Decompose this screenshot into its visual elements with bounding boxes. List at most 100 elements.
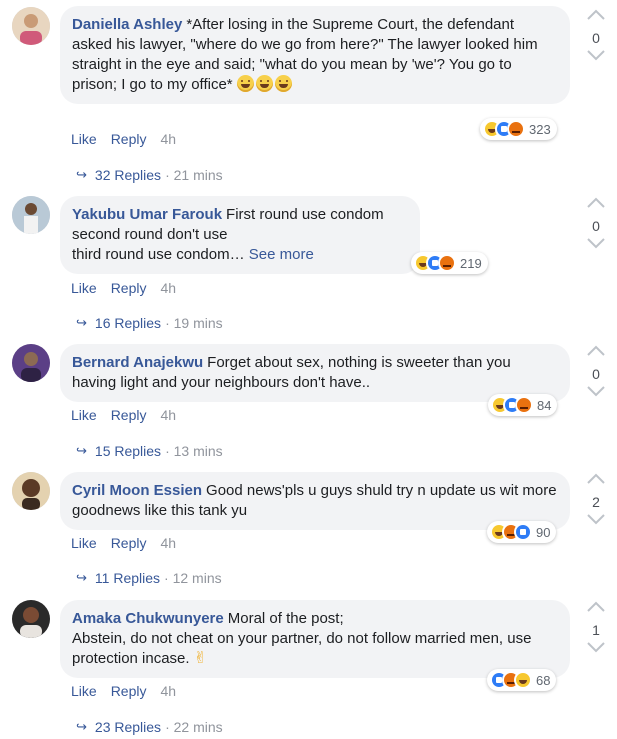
reply-link[interactable]: Reply — [111, 280, 147, 296]
downvote-icon[interactable] — [584, 236, 608, 256]
comment-time[interactable]: 4h — [160, 407, 176, 423]
upvote-icon[interactable] — [584, 344, 608, 364]
replies-count[interactable]: 15 Replies — [95, 443, 161, 459]
like-reaction-icon — [514, 523, 532, 541]
vote-widget: 0 — [584, 344, 608, 404]
vote-count: 0 — [592, 218, 600, 234]
like-link[interactable]: Like — [71, 683, 97, 699]
reaction-count: 323 — [529, 121, 551, 137]
upvote-icon[interactable] — [584, 196, 608, 216]
vote-widget: 2 — [584, 472, 608, 532]
like-link[interactable]: Like — [71, 407, 97, 423]
reply-arrow-icon: ↪ — [76, 167, 87, 182]
upvote-icon[interactable] — [584, 600, 608, 620]
angry-reaction-icon — [515, 396, 533, 414]
vote-count: 0 — [592, 30, 600, 46]
avatar[interactable] — [12, 196, 50, 234]
comment-author[interactable]: Yakubu Umar Farouk — [72, 206, 222, 223]
vote-widget: 0 — [584, 8, 608, 68]
reply-arrow-icon: ↪ — [76, 719, 87, 734]
comment-text-line: Moral of the post; — [227, 610, 344, 627]
like-link[interactable]: Like — [71, 280, 97, 296]
comment-actions: Like Reply 4h — [71, 131, 176, 147]
reply-arrow-icon: ↪ — [76, 570, 87, 585]
reply-link[interactable]: Reply — [111, 131, 147, 147]
reactions-badge[interactable]: 90 — [487, 521, 557, 543]
like-link[interactable]: Like — [71, 535, 97, 551]
laughing-emoji-icon — [274, 75, 292, 92]
reply-arrow-icon: ↪ — [76, 315, 87, 330]
reply-link[interactable]: Reply — [111, 535, 147, 551]
emoji-row — [236, 75, 294, 95]
replies-count[interactable]: 16 Replies — [95, 315, 161, 331]
avatar[interactable] — [12, 7, 50, 45]
reply-arrow-icon: ↪ — [76, 443, 87, 458]
reactions-badge[interactable]: 84 — [488, 394, 558, 416]
downvote-icon[interactable] — [584, 640, 608, 660]
view-replies-link[interactable]: ↪ 11 Replies · 12 mins — [76, 570, 222, 586]
reactions-badge[interactable]: 68 — [487, 669, 557, 691]
reactions-badge[interactable]: 219 — [411, 252, 488, 274]
laughing-emoji-icon — [236, 75, 254, 92]
vote-count: 2 — [592, 494, 600, 510]
reply-link[interactable]: Reply — [111, 683, 147, 699]
view-replies-link[interactable]: ↪ 23 Replies · 22 mins — [76, 719, 223, 735]
comment-time[interactable]: 4h — [160, 535, 176, 551]
comment-bubble: Yakubu Umar Farouk First round use condom… — [60, 196, 420, 274]
vote-widget: 0 — [584, 196, 608, 256]
replies-time: · 12 mins — [164, 570, 222, 586]
comment-bubble: Amaka Chukwunyere Moral of the post; Abst… — [60, 600, 570, 678]
replies-time: · 13 mins — [165, 443, 223, 459]
comment-actions: Like Reply 4h — [71, 280, 176, 296]
comment-author[interactable]: Bernard Anajekwu — [72, 354, 203, 371]
replies-count[interactable]: 23 Replies — [95, 719, 161, 735]
replies-time: · 19 mins — [165, 315, 223, 331]
comment-text-line: Abstein, do not cheat on your partner, d… — [72, 630, 532, 667]
victory-hand-icon: ✌ — [193, 650, 207, 667]
downvote-icon[interactable] — [584, 48, 608, 68]
avatar[interactable] — [12, 344, 50, 382]
replies-time: · 22 mins — [165, 719, 223, 735]
upvote-icon[interactable] — [584, 8, 608, 28]
reaction-count: 90 — [536, 524, 551, 540]
reactions-badge[interactable]: 323 — [480, 118, 557, 140]
comment-actions: Like Reply 4h — [71, 683, 176, 699]
angry-reaction-icon — [507, 120, 525, 138]
haha-reaction-icon — [514, 671, 532, 689]
replies-count[interactable]: 32 Replies — [95, 167, 161, 183]
comment-text-line: third round use condom… — [72, 246, 245, 263]
view-replies-link[interactable]: ↪ 15 Replies · 13 mins — [76, 443, 223, 459]
comment-author[interactable]: Amaka Chukwunyere — [72, 610, 224, 627]
comment-author[interactable]: Daniella Ashley — [72, 16, 182, 33]
avatar[interactable] — [12, 472, 50, 510]
like-link[interactable]: Like — [71, 131, 97, 147]
vote-count: 1 — [592, 622, 600, 638]
comment-author[interactable]: Cyril Moon Essien — [72, 482, 202, 499]
upvote-icon[interactable] — [584, 472, 608, 492]
comment-text-line: First round use condom — [226, 206, 384, 223]
downvote-icon[interactable] — [584, 384, 608, 404]
see-more-link[interactable]: See more — [249, 246, 314, 263]
comment-bubble: Bernard Anajekwu Forget about sex, nothin… — [60, 344, 570, 402]
reaction-count: 84 — [537, 397, 552, 413]
comment-time[interactable]: 4h — [160, 280, 176, 296]
replies-count[interactable]: 11 Replies — [95, 570, 160, 586]
vote-count: 0 — [592, 366, 600, 382]
view-replies-link[interactable]: ↪ 16 Replies · 19 mins — [76, 315, 223, 331]
comment-text-line: second round don't use — [72, 226, 228, 243]
avatar[interactable] — [12, 600, 50, 638]
laughing-emoji-icon — [255, 75, 273, 92]
replies-time: · 21 mins — [165, 167, 223, 183]
comment-time[interactable]: 4h — [160, 131, 176, 147]
angry-reaction-icon — [438, 254, 456, 272]
reaction-count: 68 — [536, 672, 551, 688]
comment-bubble: Daniella Ashley *After losing in the Supr… — [60, 6, 570, 104]
reply-link[interactable]: Reply — [111, 407, 147, 423]
comment-actions: Like Reply 4h — [71, 407, 176, 423]
comment-time[interactable]: 4h — [160, 683, 176, 699]
downvote-icon[interactable] — [584, 512, 608, 532]
view-replies-link[interactable]: ↪ 32 Replies · 21 mins — [76, 167, 223, 183]
reaction-count: 219 — [460, 255, 482, 271]
vote-widget: 1 — [584, 600, 608, 660]
comment-actions: Like Reply 4h — [71, 535, 176, 551]
